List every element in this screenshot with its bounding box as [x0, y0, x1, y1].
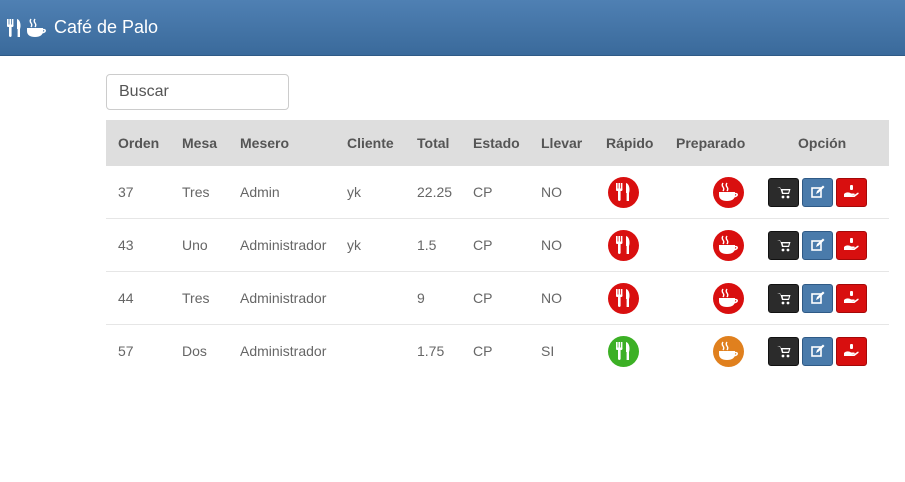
cart-button[interactable] [768, 336, 799, 366]
cell-estado: CP [473, 237, 493, 253]
cell-cliente: yk [347, 184, 361, 200]
edit-button[interactable] [802, 283, 833, 313]
cell-total: 22.25 [417, 184, 453, 200]
cell-orden: 37 [118, 184, 134, 200]
rapido-status-icon [608, 176, 639, 208]
cell-orden: 57 [118, 343, 134, 359]
preparado-status-icon [713, 282, 744, 314]
cart-button[interactable] [768, 283, 799, 313]
cutlery-icon [615, 342, 630, 360]
hand-coin-icon [844, 344, 859, 356]
header-cliente[interactable]: Cliente [347, 120, 394, 166]
rapido-status-icon [608, 335, 639, 367]
edit-icon [810, 291, 824, 304]
rapido-status-icon [608, 282, 639, 314]
cell-mesa: Uno [182, 237, 208, 253]
preparado-status-icon [713, 335, 744, 367]
header-mesero[interactable]: Mesero [240, 120, 289, 166]
coffee-cup-icon [718, 341, 738, 360]
row-options [768, 219, 867, 271]
cutlery-icon [6, 18, 24, 38]
cart-button[interactable] [768, 177, 799, 207]
table-row: 44 Tres Administrador 9 CP NO [106, 272, 889, 325]
cell-mesero: Administrador [240, 343, 327, 359]
coffee-cup-icon [718, 288, 738, 307]
cell-estado: CP [473, 290, 493, 306]
header-orden[interactable]: Orden [118, 120, 159, 166]
app-title: Café de Palo [54, 17, 159, 37]
pay-button[interactable] [836, 336, 867, 366]
pay-button[interactable] [836, 230, 867, 260]
cell-total: 1.75 [417, 343, 445, 359]
table-row: 57 Dos Administrador 1.75 CP SI [106, 325, 889, 377]
coffee-cup-icon [26, 18, 48, 38]
row-options [768, 272, 867, 324]
cell-total: 1.5 [417, 237, 437, 253]
hand-coin-icon [844, 291, 859, 303]
cell-llevar: NO [541, 184, 562, 200]
cart-icon [776, 292, 790, 304]
table-row: 37 Tres Admin yk 22.25 CP NO [106, 166, 889, 219]
preparado-status-icon [713, 229, 744, 261]
cell-mesero: Administrador [240, 237, 327, 253]
edit-button[interactable] [802, 177, 833, 207]
cell-estado: CP [473, 184, 493, 200]
cell-mesa: Dos [182, 343, 207, 359]
cell-estado: CP [473, 343, 493, 359]
cutlery-icon [615, 289, 630, 307]
hand-coin-icon [844, 185, 859, 197]
brand-link[interactable]: Café de Palo [6, 17, 158, 38]
search-input[interactable] [106, 74, 289, 110]
header-opcion: Opción [798, 135, 847, 151]
coffee-cup-icon [718, 182, 738, 201]
header-total[interactable]: Total [417, 120, 449, 166]
cell-orden: 43 [118, 237, 134, 253]
header-estado[interactable]: Estado [473, 120, 520, 166]
row-options [768, 325, 867, 377]
table-row: 43 Uno Administrador yk 1.5 CP NO [106, 219, 889, 272]
coffee-cup-icon [718, 235, 738, 254]
header-mesa[interactable]: Mesa [182, 120, 217, 166]
preparado-status-icon [713, 176, 744, 208]
edit-icon [810, 344, 824, 357]
pay-button[interactable] [836, 177, 867, 207]
cell-total: 9 [417, 290, 425, 306]
pay-button[interactable] [836, 283, 867, 313]
edit-button[interactable] [802, 230, 833, 260]
header-rapido[interactable]: Rápido [606, 120, 653, 166]
cart-icon [776, 186, 790, 198]
rapido-status-icon [608, 229, 639, 261]
cutlery-icon [615, 183, 630, 201]
cart-icon [776, 239, 790, 251]
row-options [768, 166, 867, 218]
cell-llevar: NO [541, 237, 562, 253]
table-header: Orden Mesa Mesero Cliente Total Estado L… [106, 120, 889, 166]
header-llevar[interactable]: Llevar [541, 120, 582, 166]
cell-mesa: Tres [182, 290, 210, 306]
cell-mesa: Tres [182, 184, 210, 200]
cart-button[interactable] [768, 230, 799, 260]
cell-llevar: SI [541, 343, 555, 359]
edit-icon [810, 185, 824, 198]
cell-llevar: NO [541, 290, 562, 306]
edit-icon [810, 238, 824, 251]
cutlery-icon [615, 236, 630, 254]
navbar: Café de Palo [0, 0, 905, 56]
cell-orden: 44 [118, 290, 134, 306]
edit-button[interactable] [802, 336, 833, 366]
cell-mesero: Admin [240, 184, 280, 200]
cart-icon [776, 345, 790, 357]
cell-mesero: Administrador [240, 290, 327, 306]
hand-coin-icon [844, 238, 859, 250]
orders-table: Orden Mesa Mesero Cliente Total Estado L… [106, 120, 889, 377]
cell-cliente: yk [347, 237, 361, 253]
header-preparado[interactable]: Preparado [676, 120, 745, 166]
